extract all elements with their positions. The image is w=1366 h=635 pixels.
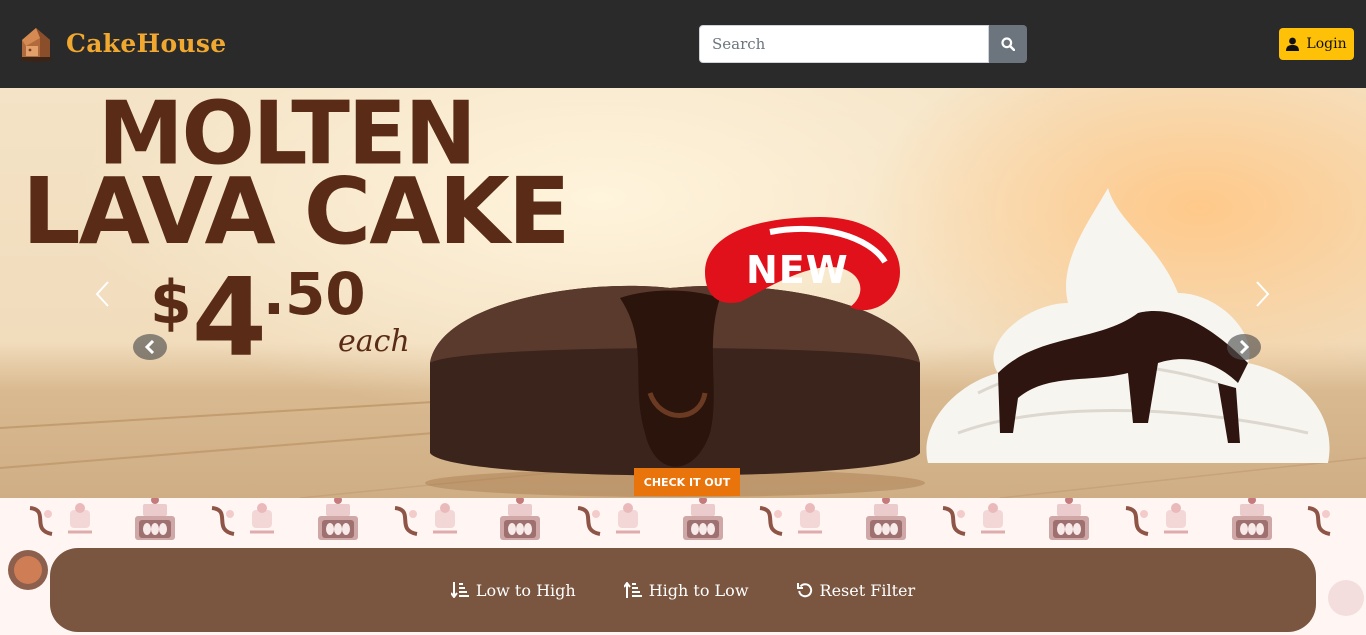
promo-carousel: MOLTEN LAVA CAKE $4.50 each NEW CHECK IT… [0,88,1366,498]
sort-high-to-low-button[interactable]: High to Low [600,581,773,600]
reset-filter-label: Reset Filter [819,580,916,600]
sort-descending-icon [623,582,642,598]
search-button[interactable] [989,25,1027,63]
new-badge: NEW [746,248,849,292]
price-unit: each [338,324,410,359]
carousel-next-ghost-icon [1227,334,1261,360]
login-label: Login [1306,36,1347,52]
check-it-out-button[interactable]: CHECK IT OUT [634,468,740,496]
promo-heading: MOLTEN LAVA CAKE [22,88,571,257]
price-currency: $ [150,268,192,338]
carousel-prev-ghost-icon [133,334,167,360]
chevron-left-icon [95,281,109,307]
chevron-right-icon [1256,281,1270,307]
navbar: CakeHouse Login [0,0,1366,88]
brand-name: CakeHouse [66,28,227,58]
sort-ascending-icon [450,582,469,598]
reset-filter-button[interactable]: Reset Filter [773,581,940,600]
price-integer: 4 [191,256,267,381]
user-icon [1286,37,1300,51]
price-decimal: .50 [262,260,366,328]
sort-low-to-high-label: Low to High [475,580,576,600]
promo-heading-line1: MOLTEN [98,88,477,185]
carousel-next-button[interactable] [1246,266,1280,322]
login-button[interactable]: Login [1279,28,1354,60]
sort-high-to-low-label: High to Low [648,580,749,600]
filter-bar: Low to High High to Low Reset Filter [50,548,1316,632]
search-input[interactable] [699,25,989,63]
promo-price: $4.50 [150,256,366,381]
brand-link[interactable]: CakeHouse [18,24,226,62]
search-icon [1001,37,1015,51]
reset-icon [796,583,812,598]
soft-serve-image [926,188,1330,463]
carousel-prev-button[interactable] [85,266,119,322]
cake-box-logo-icon [19,28,53,62]
search-form [699,25,1027,63]
sort-low-to-high-button[interactable]: Low to High [427,581,600,600]
